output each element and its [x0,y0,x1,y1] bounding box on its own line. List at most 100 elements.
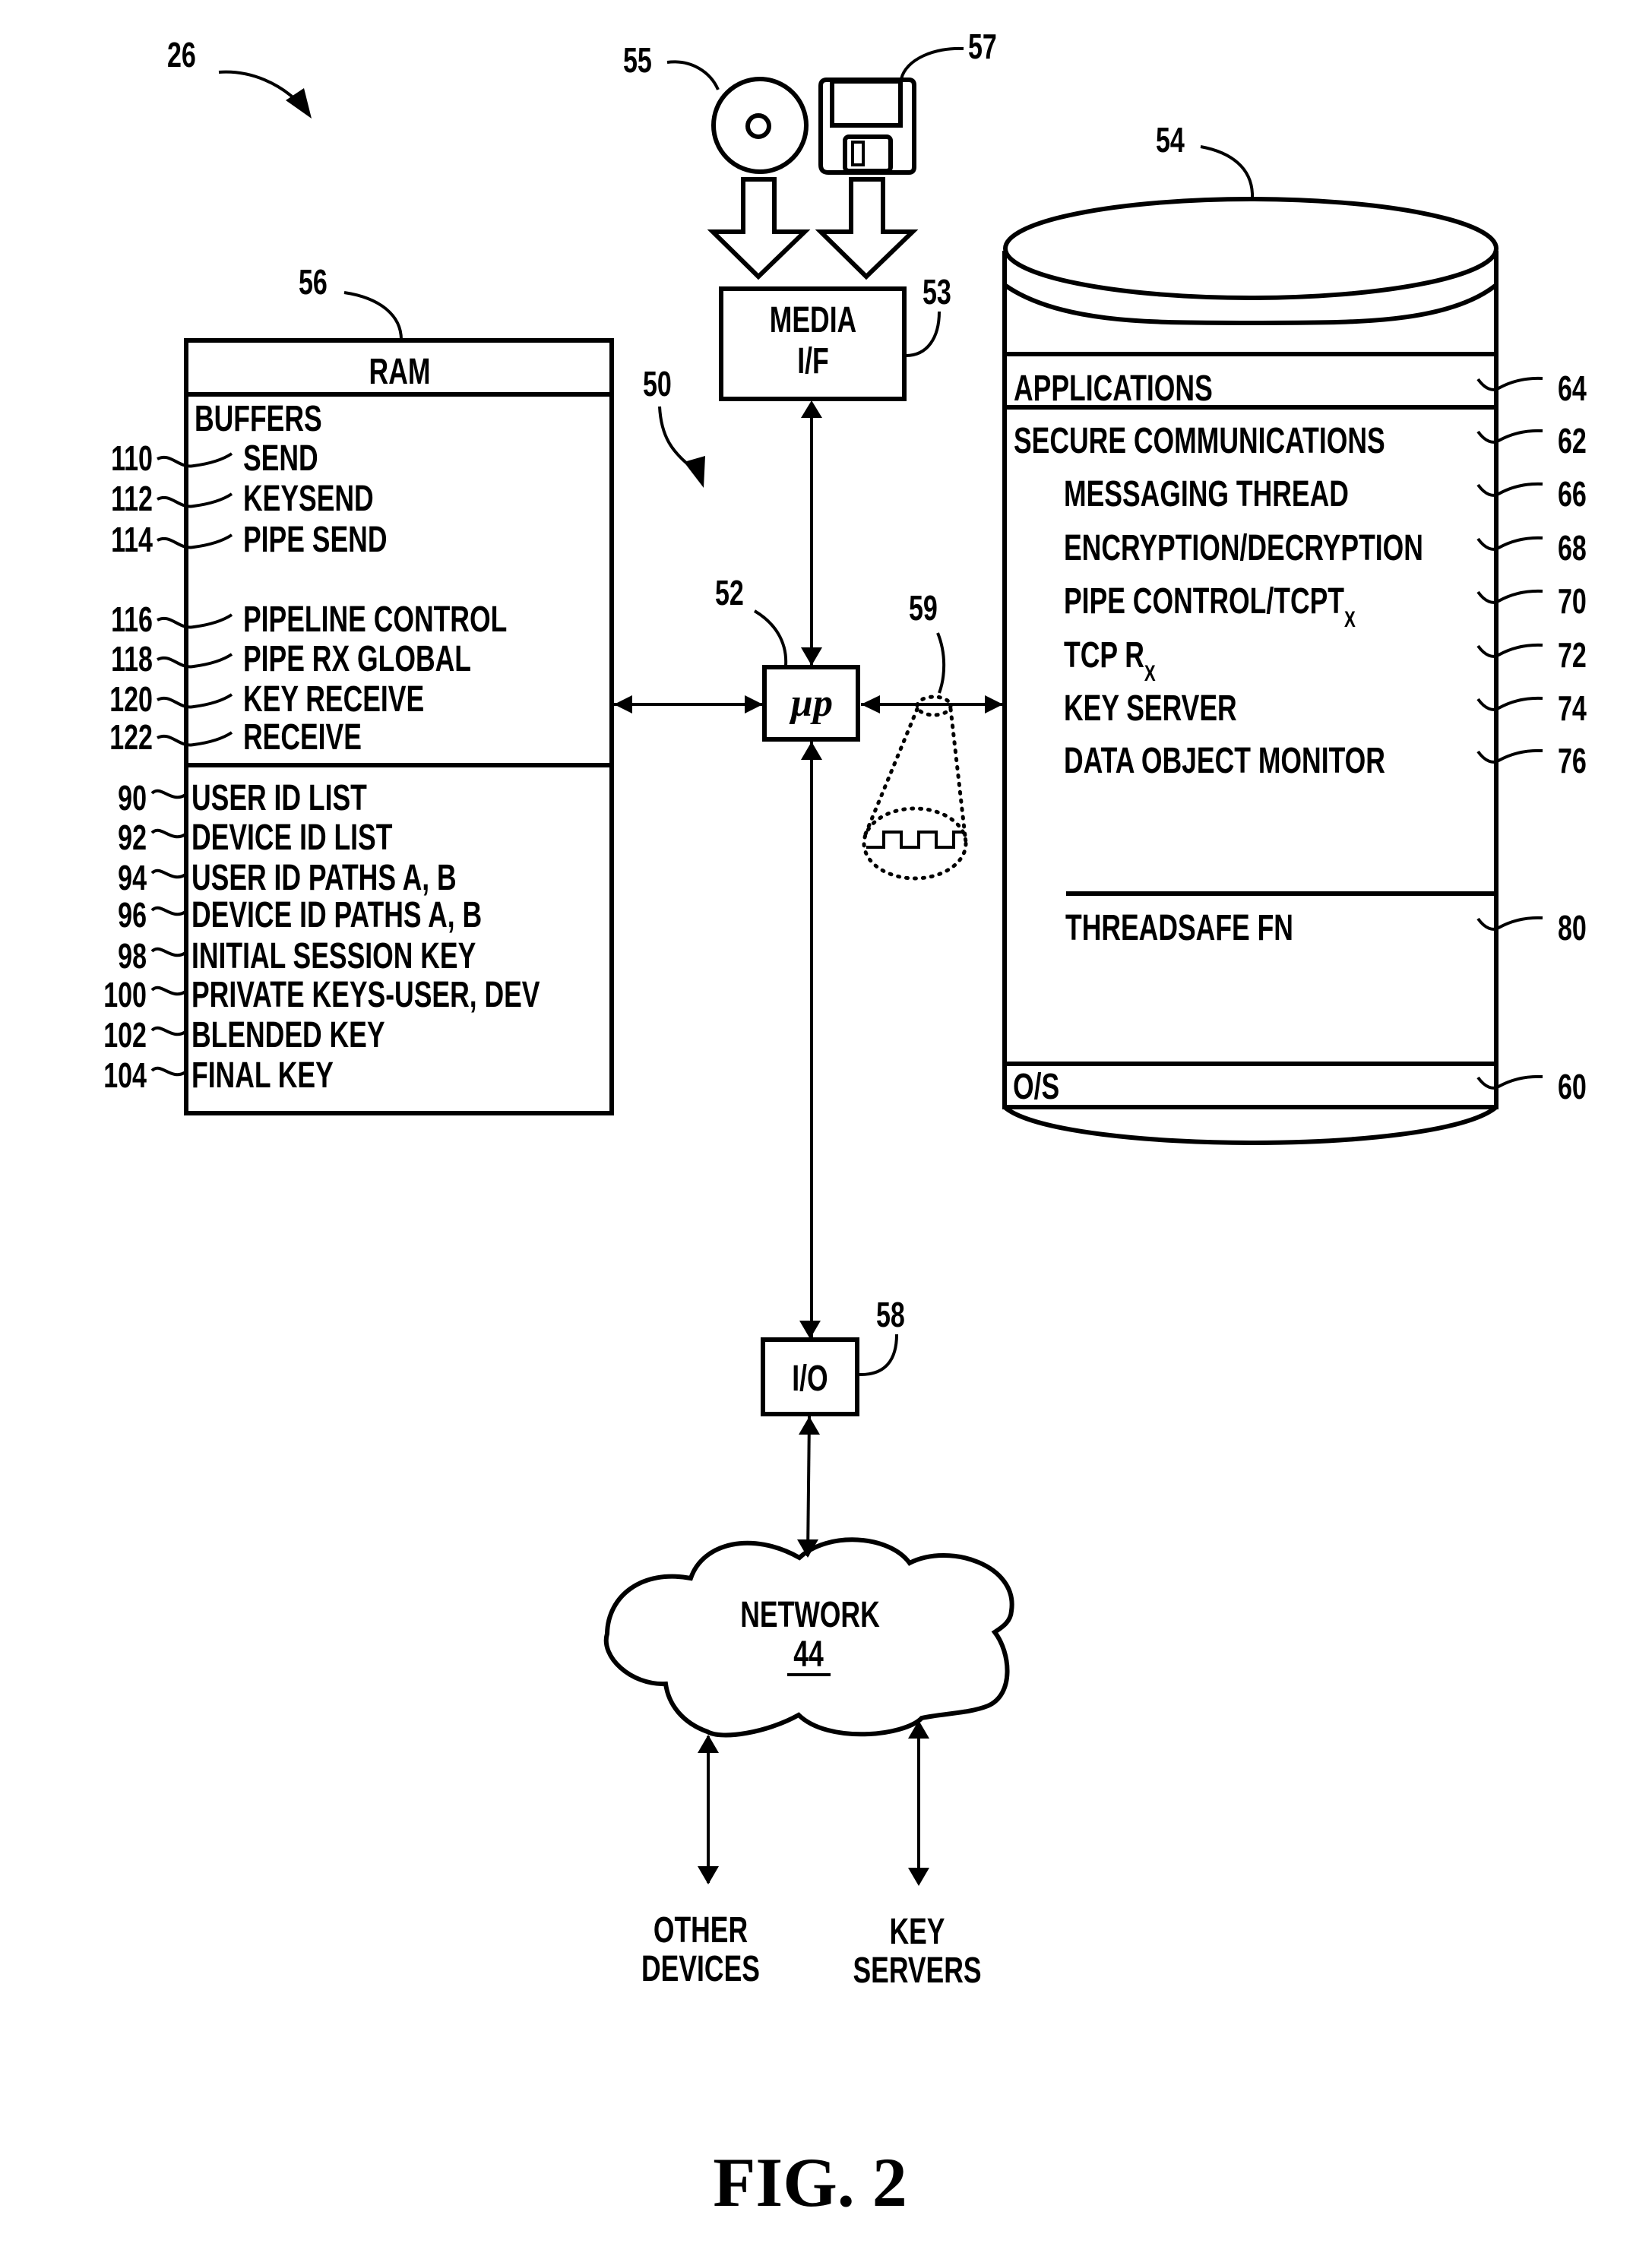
ram-buffer-ref: 114 [111,520,153,559]
arrow-head [861,695,880,714]
ref-58: 58 [876,1295,905,1334]
storage-ref-number: 66 [1558,474,1587,514]
leader-line [157,492,233,508]
ram-buffer-row: 122 RECEIVE [109,717,362,757]
storage-module-label: DATA OBJECT MONITOR [1064,740,1385,780]
signal-cone-icon [862,695,968,881]
ram-buffer-label: KEYSEND [243,478,374,518]
leader-tilde [150,947,187,957]
leader-line [157,653,233,669]
io-label: I/O [792,1358,828,1398]
ref-55: 55 [623,40,652,80]
ram-data-label: BLENDED KEY [191,1014,385,1055]
ram-buffer-row: 114 PIPE SEND [111,519,387,559]
floppy-to-media-arrow [815,177,919,280]
ram-leader [343,291,403,340]
ram-buffer-label: RECEIVE [243,717,362,757]
ref-56: 56 [299,262,328,302]
disc-leader [666,60,720,90]
ref-59: 59 [909,588,938,628]
ram-data-row: 94 USER ID PATHS A, B [118,857,456,897]
ram-buffer-label: PIPELINE CONTROL [243,599,507,639]
ram-data-ref: 100 [103,975,147,1014]
storage-ref-number: 76 [1558,741,1587,780]
up-leader [753,609,788,666]
secure-communications-modules: MESSAGING THREAD ENCRYPTION/DECRYPTION PIP… [1064,473,1423,780]
leader-line [157,533,233,549]
ram-buffer-ref: 110 [111,438,153,478]
io-network-connector [806,1416,811,1557]
ram-buffer-label: PIPE RX GLOBAL [243,638,471,679]
leader-line [157,613,233,629]
leader-tilde [150,789,187,799]
arrow-head [614,695,632,714]
buffers-heading: BUFFERS [195,398,322,438]
ram-buffer-row: 116 PIPELINE CONTROL [111,599,507,639]
ram-data-row: 92 DEVICE ID LIST [118,817,392,857]
disc-icon [711,77,809,174]
io-leader [858,1334,898,1377]
ram-buffer-label: KEY RECEIVE [243,679,424,719]
applications-label: APPLICATIONS [1014,368,1213,408]
arrow-head [698,1735,719,1753]
media-interface-label-2: I/F [797,340,828,381]
storage-module-label: ENCRYPTION/DECRYPTION [1064,527,1423,568]
ram-data-ref: 96 [118,895,147,935]
ram-buffer-ref: 112 [111,479,153,518]
floppy-leader [900,46,964,80]
signal-leader [936,632,946,694]
ram-data-label: DEVICE ID PATHS A, B [191,894,482,935]
leader-line [1476,376,1543,391]
arrow-head [698,1866,719,1884]
media-leader [905,311,941,357]
ram-data-label: USER ID LIST [191,777,367,818]
leader-line [157,731,233,747]
figure-caption: FIG. 2 [713,2144,907,2221]
leader-tilde [150,828,187,839]
ram-data-row: 102 BLENDED KEY [103,1014,385,1055]
ref-54: 54 [1156,120,1185,160]
storage-ref-number: 72 [1558,635,1587,675]
storage-module-label: MESSAGING THREAD [1064,473,1349,514]
bus-arrow-head [684,456,705,488]
key-servers-label-1: KEY [889,1911,945,1951]
ram-data-label: DEVICE ID LIST [191,817,393,857]
bus-arrow [658,406,693,469]
ram-data-ref: 90 [118,778,147,818]
leader-tilde [150,869,187,879]
ram-data-ref: 102 [103,1015,147,1055]
ram-data-label: INITIAL SESSION KEY [191,935,476,976]
ram-data-ref: 94 [118,858,147,897]
ram-buffer-row: 120 KEY RECEIVE [109,679,424,719]
ref-26: 26 [167,35,196,74]
patent-figure: 26 55 57 MEDIA I/F 53 50 µp 52 59 I/O 58… [103,27,1587,2221]
leader-line [1476,589,1543,604]
square-wave-icon [866,831,964,849]
ram-data-ref: 104 [103,1055,147,1095]
ram-data-label: USER ID PATHS A, B [191,857,457,897]
ref-57: 57 [968,27,997,66]
ref-53: 53 [923,272,951,312]
ram-buffer-label: SEND [243,438,318,478]
storage-ref-number: 62 [1558,421,1587,460]
disc-to-media-arrow [707,177,811,280]
leader-tilde [150,1066,187,1077]
ram-buffer-ref: 118 [111,639,153,679]
arrow-head [801,742,822,760]
other-devices-label-1: OTHER [654,1910,748,1950]
ram-buffer-label: PIPE SEND [243,519,387,559]
storage-ref-number: 68 [1558,528,1587,568]
microprocessor-label: µp [789,682,833,725]
ram-buffer-ref: 120 [109,679,153,719]
ram-data-row: 90 USER ID LIST [118,777,367,818]
secure-communications-label: SECURE COMMUNICATIONS [1014,420,1385,460]
leader-line [1476,482,1543,497]
leader-tilde [150,986,187,996]
storage-module-label: PIPE CONTROL/TCPTX [1064,581,1356,632]
ram-buffer-row: 110 SEND [111,438,318,478]
ref-50: 50 [643,364,672,403]
leader-tilde [150,1026,187,1036]
leader-line [1476,696,1543,711]
ram-buffer-ref: 116 [111,600,153,639]
ref-52: 52 [715,573,744,612]
